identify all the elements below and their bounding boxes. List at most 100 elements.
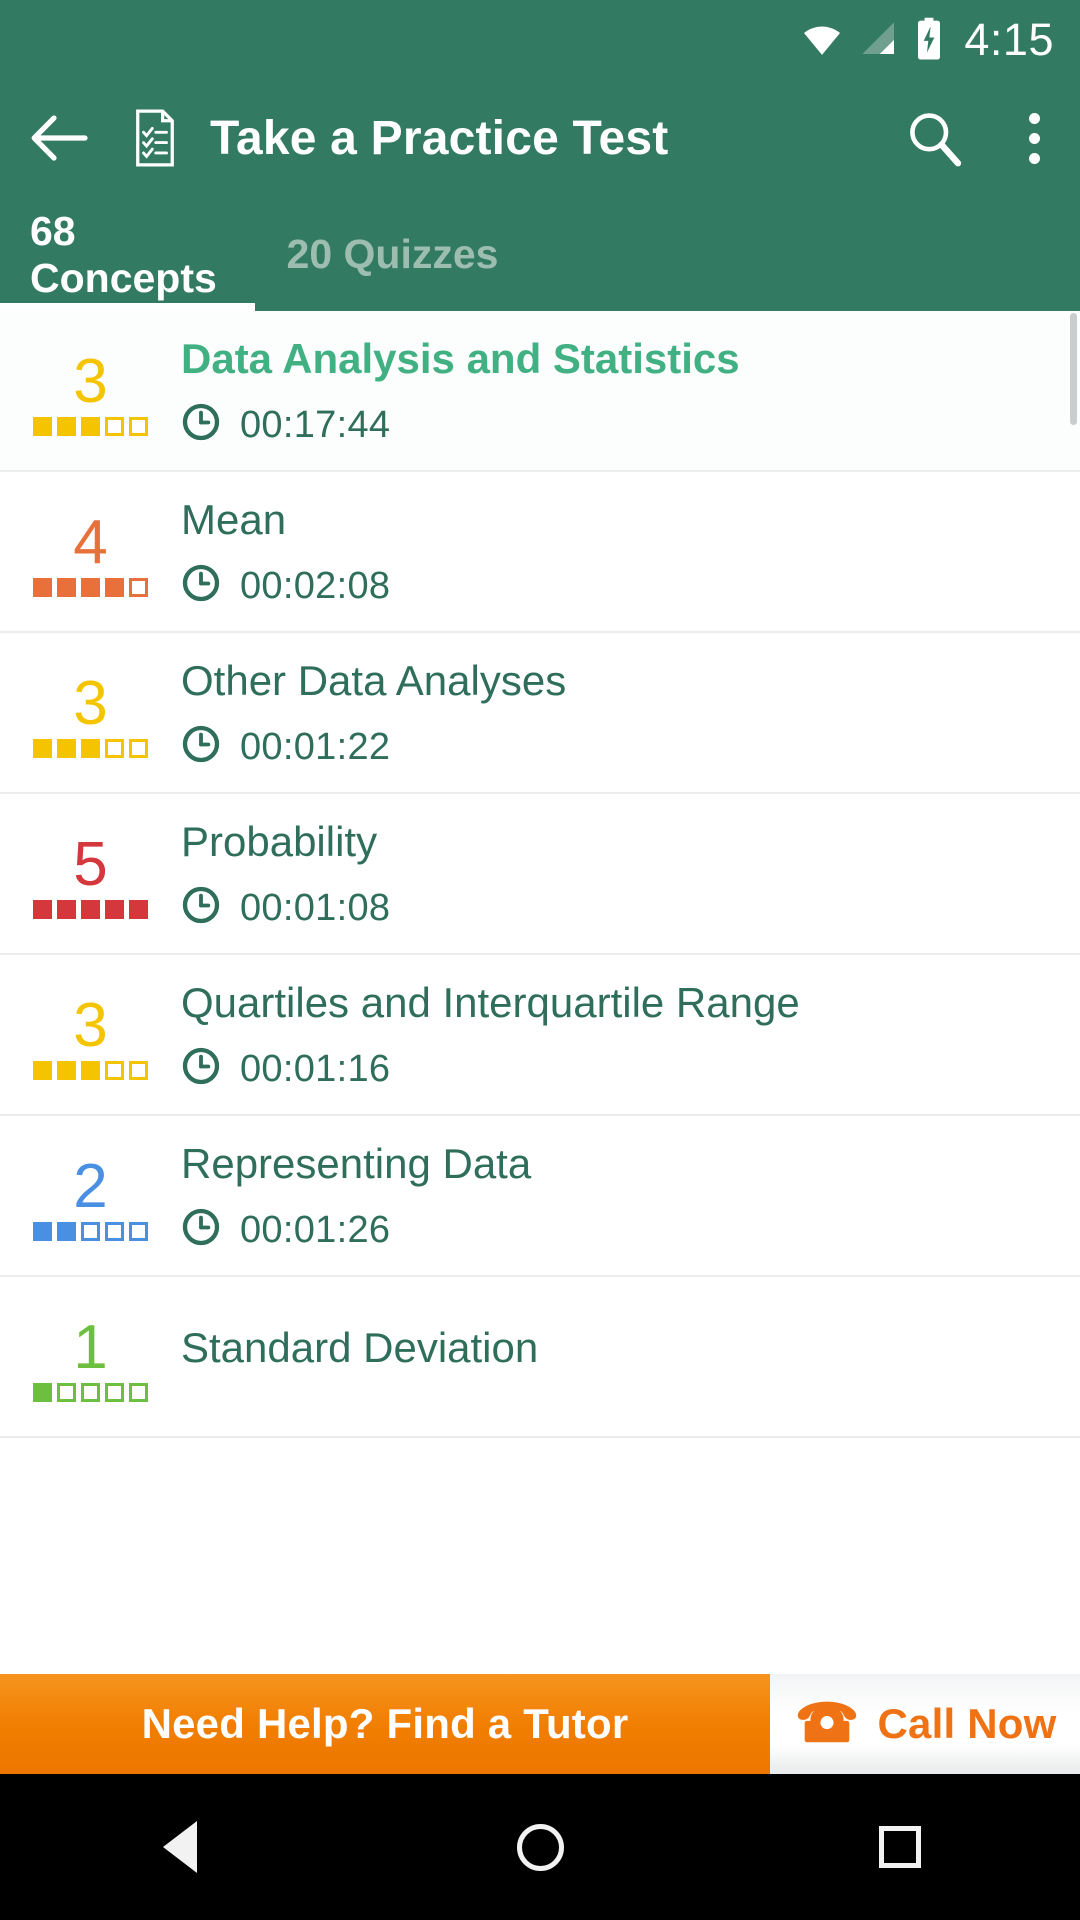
- score-square-empty: [105, 739, 124, 759]
- score-square-filled: [57, 900, 76, 920]
- score-square-empty: [129, 578, 148, 598]
- android-recents-icon[interactable]: [810, 1826, 990, 1868]
- tab-quizzes[interactable]: 20 Quizzes: [255, 198, 530, 311]
- score-square-filled: [57, 578, 76, 598]
- recents-square: [879, 1826, 921, 1868]
- concept-time: 00:01:16: [240, 1047, 391, 1090]
- concept-time-row: 00:17:44: [181, 402, 1056, 447]
- concept-row[interactable]: 3 Data Analysis and Statistics 00:17:44: [0, 311, 1080, 472]
- more-dot: [1028, 152, 1040, 164]
- concept-row[interactable]: 2 Representing Data 00:01:26: [0, 1116, 1080, 1277]
- concept-title: Data Analysis and Statistics: [181, 335, 740, 382]
- score-gauge: 5: [0, 794, 181, 955]
- android-home-icon[interactable]: [450, 1823, 630, 1871]
- more-dot: [1028, 112, 1040, 124]
- clock-icon: [181, 1207, 221, 1252]
- score-square-filled: [81, 417, 100, 437]
- score-square-filled: [33, 1061, 52, 1081]
- concept-title: Other Data Analyses: [181, 657, 567, 704]
- score-square-filled: [81, 900, 100, 920]
- concept-title: Probability: [181, 818, 378, 865]
- score-gauge: 2: [0, 1116, 181, 1277]
- score-square-filled: [57, 1222, 76, 1242]
- search-icon[interactable]: [880, 106, 988, 170]
- score-square-empty: [105, 1061, 124, 1081]
- concept-list[interactable]: 3 Data Analysis and Statistics 00:17:44 4 Me…: [0, 311, 1080, 1674]
- page-title: Take a Practice Test: [210, 111, 669, 165]
- score-square-empty: [129, 1222, 148, 1242]
- back-arrow-icon[interactable]: [0, 112, 118, 164]
- call-now-button[interactable]: Call Now: [770, 1674, 1080, 1774]
- concept-time: 00:01:26: [240, 1208, 391, 1251]
- concept-title: Representing Data: [181, 1140, 532, 1187]
- concept-title: Standard Deviation: [181, 1323, 539, 1371]
- concept-info: Probability 00:01:08: [181, 794, 1080, 955]
- home-circle: [516, 1823, 564, 1871]
- concept-time-row: 00:01:08: [181, 885, 1056, 930]
- score-square-filled: [81, 578, 100, 598]
- score-gauge: 1: [0, 1277, 181, 1438]
- score-square-filled: [105, 578, 124, 598]
- concept-time-row: 00:02:08: [181, 563, 1056, 608]
- concept-row[interactable]: 3 Other Data Analyses 00:01:22: [0, 633, 1080, 794]
- tab-concepts[interactable]: 68 Concepts: [0, 198, 255, 311]
- call-now-label: Call Now: [877, 1700, 1057, 1747]
- wifi-icon: [800, 19, 844, 59]
- concept-row[interactable]: 1 Standard Deviation: [0, 1277, 1080, 1438]
- list-scrollbar-thumb[interactable]: [1070, 313, 1077, 425]
- concept-time: 00:17:44: [240, 403, 391, 446]
- app-bar: Take a Practice Test: [0, 78, 1080, 198]
- concept-time: 00:01:22: [240, 725, 391, 768]
- clock-icon: [181, 563, 221, 608]
- clock-icon: [181, 402, 221, 447]
- find-a-tutor-label: Need Help? Find a Tutor: [141, 1700, 629, 1747]
- score-square-empty: [81, 1222, 100, 1242]
- clock-icon: [181, 1046, 221, 1091]
- concept-info: Representing Data 00:01:26: [181, 1116, 1080, 1277]
- concept-info: Mean 00:02:08: [181, 472, 1080, 633]
- score-square-filled: [129, 900, 148, 920]
- score-number: 5: [73, 829, 108, 899]
- score-square-empty: [81, 1383, 100, 1403]
- score-square-filled: [81, 739, 100, 759]
- app-root: 4:15 Take a Practice Test 68 Concepts 20…: [0, 0, 1080, 1920]
- tutor-banner: Need Help? Find a Tutor Call Now: [0, 1674, 1080, 1774]
- score-square-filled: [33, 1383, 52, 1403]
- find-a-tutor-button[interactable]: Need Help? Find a Tutor: [0, 1674, 770, 1774]
- tab-bar: 68 Concepts 20 Quizzes: [0, 198, 1080, 311]
- score-square-filled: [33, 578, 52, 598]
- score-square-empty: [105, 1222, 124, 1242]
- score-square-filled: [57, 1061, 76, 1081]
- concept-time-row: 00:01:22: [181, 724, 1056, 769]
- score-square-filled: [33, 1222, 52, 1242]
- score-square-filled: [33, 739, 52, 759]
- score-squares: [33, 1383, 148, 1403]
- concept-title: Quartiles and Interquartile Range: [181, 979, 800, 1026]
- score-number: 3: [73, 668, 108, 738]
- concept-row[interactable]: 4 Mean 00:02:08: [0, 472, 1080, 633]
- score-square-filled: [81, 1061, 100, 1081]
- concept-time-row: 00:01:16: [181, 1046, 1056, 1091]
- practice-test-document-icon: [118, 109, 192, 167]
- concept-row[interactable]: 3 Quartiles and Interquartile Range 00:01:…: [0, 955, 1080, 1116]
- concept-row[interactable]: 5 Probability 00:01:08: [0, 794, 1080, 955]
- more-options-icon[interactable]: [988, 112, 1080, 164]
- score-squares: [33, 900, 148, 920]
- score-squares: [33, 417, 148, 437]
- android-nav-bar: [0, 1774, 1080, 1920]
- score-square-empty: [129, 1061, 148, 1081]
- status-bar-clock: 4:15: [964, 13, 1054, 65]
- android-back-icon[interactable]: [90, 1821, 270, 1873]
- score-gauge: 3: [0, 633, 181, 794]
- concept-time: 00:02:08: [240, 564, 391, 607]
- battery-charging-icon: [914, 17, 944, 61]
- score-number: 3: [73, 346, 108, 416]
- more-dot: [1028, 132, 1040, 144]
- back-triangle: [163, 1821, 197, 1873]
- concept-info: Standard Deviation: [181, 1277, 1080, 1438]
- concept-info: Quartiles and Interquartile Range 00:01:1…: [181, 955, 1080, 1116]
- clock-icon: [181, 724, 221, 769]
- score-squares: [33, 578, 148, 598]
- score-square-empty: [105, 1383, 124, 1403]
- clock-icon: [181, 885, 221, 930]
